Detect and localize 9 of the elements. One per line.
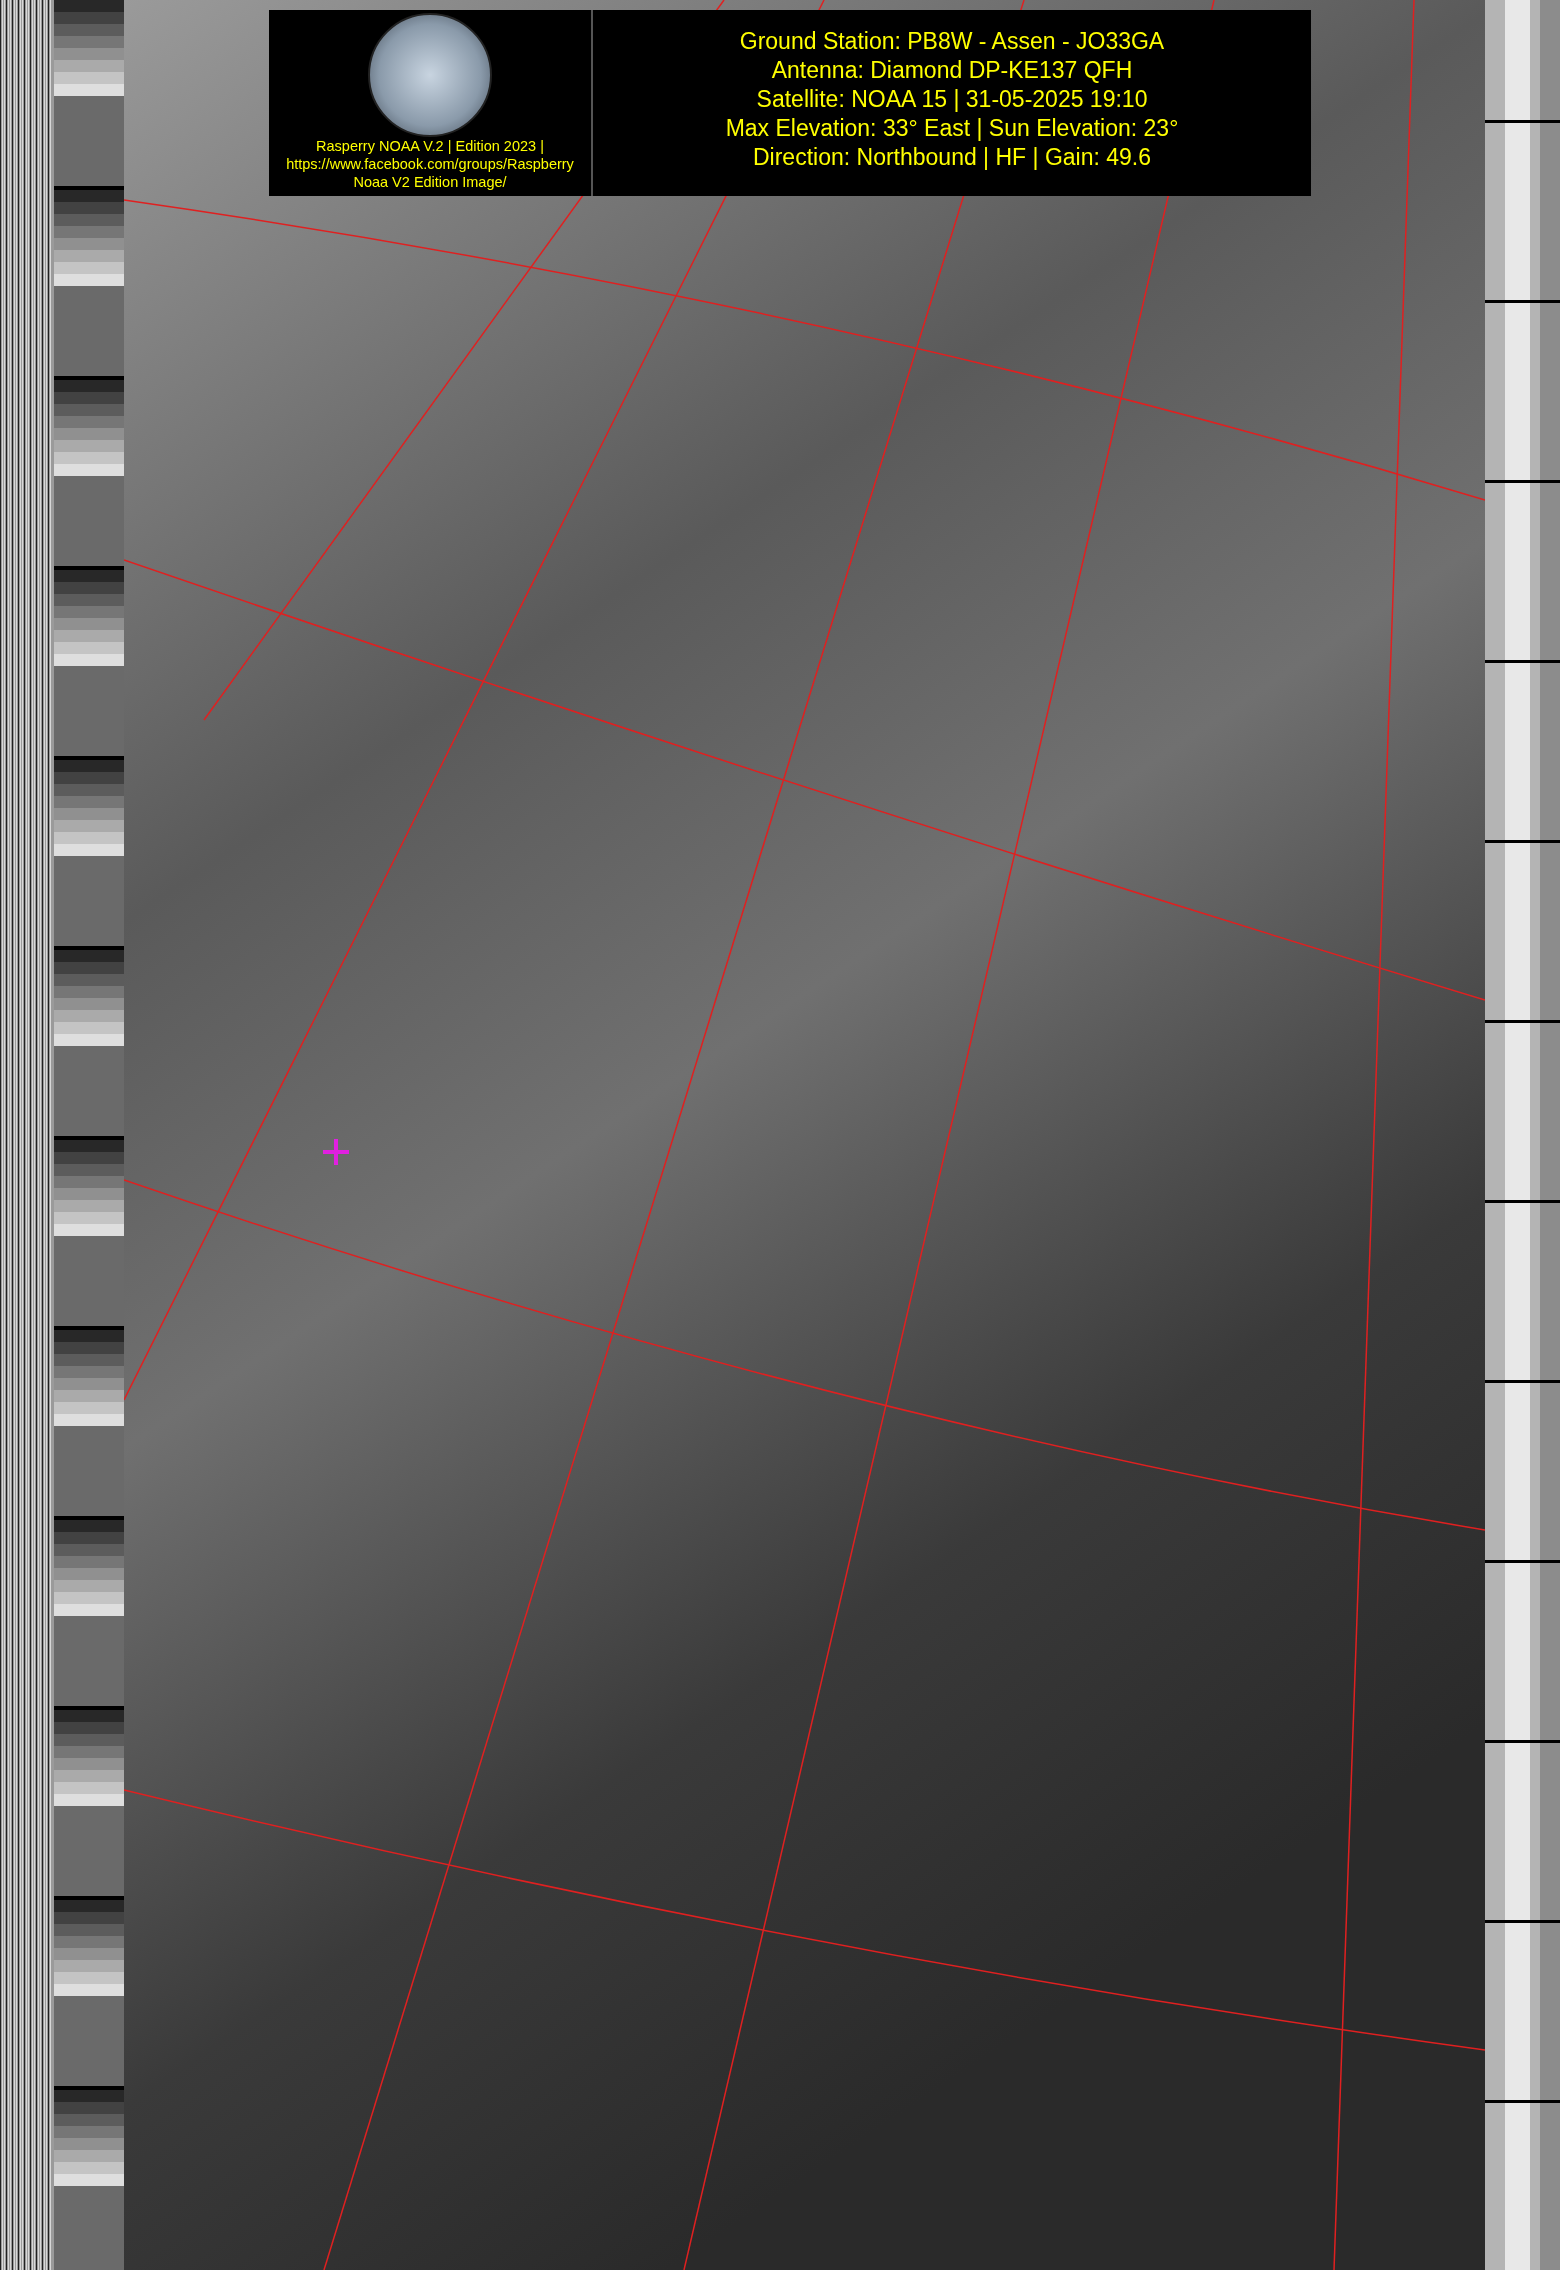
cross-marker-icon	[321, 1137, 351, 1167]
info-line: Max Elevation: 33° East | Sun Elevation: 23°	[725, 114, 1179, 143]
info-line: Ground Station: PB8W - Assen - JO33GA	[739, 27, 1165, 56]
logo-caption: Rasperry NOAA V.2 | Edition 2023 |	[316, 137, 544, 155]
info-line: Satellite: NOAA 15 | 31-05-2025 19:10	[756, 85, 1148, 114]
info-line: Direction: Northbound | HF | Gain: 49.6	[753, 143, 1151, 172]
info-line: Antenna: Diamond DP-KE137 QFH	[771, 56, 1133, 85]
logo-caption: Noaa V2 Edition Image/	[353, 173, 507, 191]
logo-caption: https://www.facebook.com/groups/Raspberry	[286, 155, 574, 173]
